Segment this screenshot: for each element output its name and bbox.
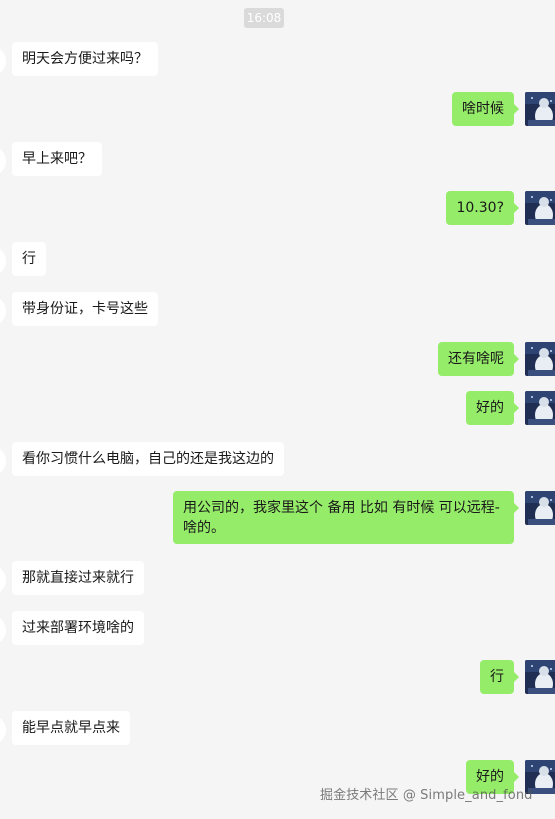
outgoing-message-bubble[interactable]: 用公司的，我家里这个 备用 比如 有时候 可以远程-啥的。 bbox=[173, 491, 519, 544]
watermark: 掘金技术社区 @ Simple_and_fond bbox=[320, 788, 533, 803]
outgoing-message-bubble[interactable]: 行 bbox=[480, 660, 519, 694]
incoming-message-bubble[interactable]: 早上来吧？ bbox=[12, 142, 102, 176]
user-avatar[interactable] bbox=[525, 660, 555, 694]
chat-timestamp: 16:08 bbox=[244, 8, 284, 28]
outgoing-message-bubble[interactable]: 还有啥呢 bbox=[438, 342, 519, 376]
user-avatar[interactable] bbox=[525, 342, 555, 376]
outgoing-message-bubble[interactable]: 10.30? bbox=[446, 191, 519, 225]
incoming-message-bubble[interactable]: 过来部署环境啥的 bbox=[12, 611, 144, 645]
contact-avatar[interactable] bbox=[0, 615, 6, 645]
incoming-message-bubble[interactable]: 能早点就早点来 bbox=[12, 711, 130, 745]
contact-avatar[interactable] bbox=[0, 296, 6, 326]
contact-avatar[interactable] bbox=[0, 246, 6, 276]
outgoing-message-bubble[interactable]: 好的 bbox=[466, 391, 519, 425]
user-avatar[interactable] bbox=[525, 92, 555, 126]
incoming-message-bubble[interactable]: 明天会方便过来吗？ bbox=[12, 42, 158, 76]
incoming-message-bubble[interactable]: 那就直接过来就行 bbox=[12, 561, 144, 595]
contact-avatar[interactable] bbox=[0, 46, 6, 76]
incoming-message-bubble[interactable]: 看你习惯什么电脑，自己的还是我这边的 bbox=[12, 442, 284, 476]
incoming-message-bubble[interactable]: 带身份证，卡号这些 bbox=[12, 292, 158, 326]
user-avatar[interactable] bbox=[525, 391, 555, 425]
contact-avatar[interactable] bbox=[0, 146, 6, 176]
contact-avatar[interactable] bbox=[0, 446, 6, 476]
outgoing-message-bubble[interactable]: 啥时候 bbox=[452, 92, 519, 126]
incoming-message-bubble[interactable]: 行 bbox=[12, 242, 46, 276]
contact-avatar[interactable] bbox=[0, 715, 6, 745]
user-avatar[interactable] bbox=[525, 491, 555, 525]
contact-avatar[interactable] bbox=[0, 565, 6, 595]
user-avatar[interactable] bbox=[525, 191, 555, 225]
